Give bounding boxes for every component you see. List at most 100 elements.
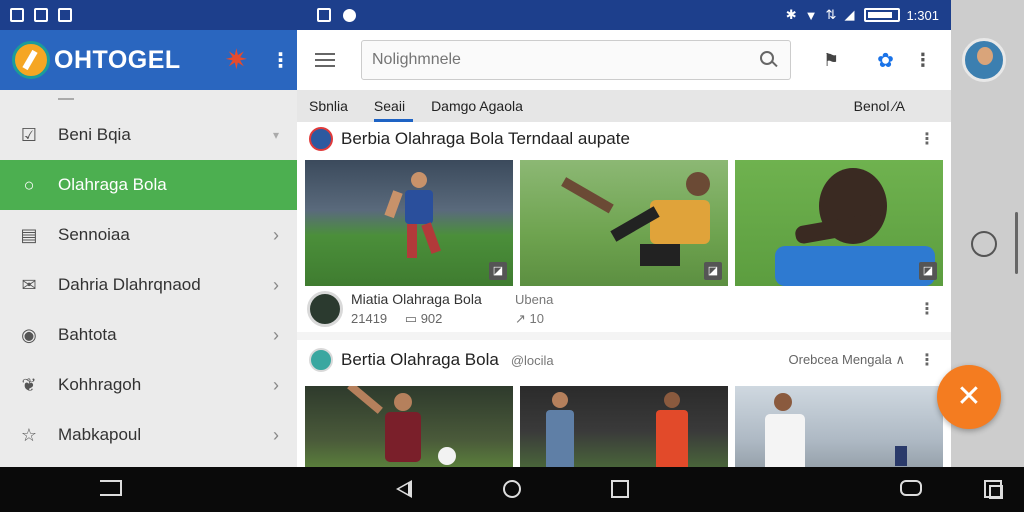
share-stat: ↗ 10 xyxy=(515,311,553,327)
video-thumbnail[interactable] xyxy=(735,386,943,467)
search-input[interactable] xyxy=(372,51,756,69)
nav-item-mabkapoul[interactable]: ☆ Mabkapoul › xyxy=(0,410,297,460)
search-icon: ○ xyxy=(23,174,35,195)
tab-seaii[interactable]: Seaii xyxy=(373,90,414,122)
nav-item-label: Dahria Dlahrqnaod xyxy=(58,275,201,294)
channel-avatar[interactable] xyxy=(309,348,333,372)
video-thumbnail[interactable]: ◪ xyxy=(305,160,513,286)
video-thumbnail[interactable] xyxy=(520,386,728,467)
nav-item-beni-bqia[interactable]: ☑ Beni Bqia ▾ xyxy=(0,110,297,160)
nav-item-label: Mabkapoul xyxy=(58,425,142,444)
nav-item-olahraga-bola[interactable]: ○ Olahraga Bola xyxy=(0,160,297,210)
brand-header: OHTOGEL ✷ ⋮ xyxy=(0,30,297,90)
nav-item-label: Bahtota xyxy=(58,325,117,344)
main-content: ⚑ ✿ ⋮ Sbnlia Seaii Damgo Agaola Benol ⁄A… xyxy=(297,30,951,467)
settings-badge-icon[interactable]: ✿ xyxy=(877,48,894,73)
player-illustration xyxy=(384,172,441,258)
star-check-icon: ☆ xyxy=(20,424,38,445)
video-thumbnail[interactable]: ◪ xyxy=(520,160,728,286)
leaf-icon: ❦ xyxy=(21,374,37,395)
card-title[interactable]: Bertia Olahraga Bola xyxy=(341,350,499,370)
drawer-status-bar xyxy=(0,0,297,30)
tab-bar: Sbnlia Seaii Damgo Agaola Benol ⁄A xyxy=(297,90,951,122)
brand-logo-icon xyxy=(12,41,50,79)
bluetooth-icon: ✱ xyxy=(785,7,797,22)
tab-damgo-agaola[interactable]: Damgo Agaola xyxy=(431,90,523,122)
nav-item-dahria[interactable]: ✉ Dahria Dlahrqnaod › xyxy=(0,260,297,310)
thumbnail-row xyxy=(297,380,951,467)
post-card: Berbia Olahraga Bola Terndaal aupate ⋮ ◪ xyxy=(297,122,951,332)
video-meta: Miatia Olahraga Bola 21419 ▭ 902 Ubena ↗… xyxy=(297,286,951,332)
comment-count: 902 xyxy=(420,311,443,326)
chevron-right-icon: › xyxy=(273,424,279,445)
channel-avatar[interactable] xyxy=(309,127,333,151)
card-title[interactable]: Berbia Olahraga Bola Terndaal aupate xyxy=(341,129,630,149)
more-vertical-icon[interactable]: ⋮ xyxy=(914,50,932,71)
save-icon[interactable]: ◪ xyxy=(919,262,937,280)
nav-back-triangle-icon[interactable] xyxy=(396,480,412,498)
chevron-right-icon: › xyxy=(273,224,279,245)
more-vertical-icon[interactable]: ⋮ xyxy=(271,48,291,73)
card-handle[interactable]: @locila xyxy=(511,353,554,368)
nav-item-sennoiaa[interactable]: ▤ Sennoiaa › xyxy=(0,210,297,260)
clock: 1:301 xyxy=(906,7,939,23)
data-icon: ⇅ xyxy=(825,7,837,22)
compass-star-icon[interactable]: ✷ xyxy=(225,45,255,75)
chevron-down-icon: ▾ xyxy=(272,128,279,142)
card-right-label[interactable]: Orebcea Mengala ∧ xyxy=(789,352,905,368)
scroll-handle[interactable] xyxy=(1015,212,1018,274)
circle-notification-icon xyxy=(343,8,356,22)
video-thumbnail[interactable]: ◪ xyxy=(735,160,943,286)
nav-item-bahtota[interactable]: ◉ Bahtota › xyxy=(0,310,297,360)
more-vertical-icon[interactable]: ⋮ xyxy=(919,129,935,149)
tab-sbnlia[interactable]: Sbnlia xyxy=(309,90,348,122)
clipboard-check-icon: ☑ xyxy=(20,124,38,145)
search-box[interactable] xyxy=(361,40,791,80)
player-illustration xyxy=(775,168,935,286)
player-illustration xyxy=(546,392,688,467)
mail-icon: ✉ xyxy=(21,274,37,295)
search-icon[interactable] xyxy=(756,47,782,73)
drawer-handle xyxy=(0,90,297,110)
player-illustration xyxy=(347,386,456,465)
system-nav-bar xyxy=(0,467,1024,512)
top-app-bar: ⚑ ✿ ⋮ xyxy=(297,30,951,90)
close-icon: ✕ xyxy=(956,380,982,413)
chevron-right-icon: › xyxy=(273,374,279,395)
notification-icon xyxy=(10,8,24,22)
gamepad-icon[interactable] xyxy=(900,480,922,496)
home-icon[interactable] xyxy=(503,480,521,498)
circle-button-icon[interactable] xyxy=(971,231,997,257)
save-icon[interactable]: ◪ xyxy=(489,262,507,280)
share-icon: ↗ xyxy=(515,310,526,326)
close-fab-button[interactable]: ✕ xyxy=(937,365,1001,429)
save-icon[interactable]: ◪ xyxy=(704,262,722,280)
comment-icon: ▭ xyxy=(404,311,418,326)
channel-name[interactable]: Miatia Olahraga Bola xyxy=(351,291,482,307)
pin-icon[interactable]: ⚑ xyxy=(823,50,839,71)
video-thumbnail[interactable] xyxy=(305,386,513,467)
meta-label: Ubena xyxy=(515,291,554,307)
chevron-right-icon: › xyxy=(273,274,279,295)
more-vertical-icon[interactable]: ⋮ xyxy=(919,350,935,370)
chevron-right-icon: › xyxy=(273,324,279,345)
channel-logo[interactable] xyxy=(307,291,343,327)
nav-item-label: Kohhragoh xyxy=(58,375,142,394)
wifi-icon: ▼ xyxy=(804,7,818,23)
more-vertical-icon[interactable]: ⋮ xyxy=(919,299,935,319)
post-card: Bertia Olahraga Bola @locila Orebcea Men… xyxy=(297,340,951,467)
news-icon: ▤ xyxy=(20,224,38,245)
screenshot-icon[interactable] xyxy=(984,480,1003,499)
share-count: 10 xyxy=(529,310,544,326)
back-icon[interactable] xyxy=(100,480,122,496)
card-header: Berbia Olahraga Bola Terndaal aupate ⋮ xyxy=(297,122,951,156)
tab-filter-label[interactable]: Benol ⁄A xyxy=(854,98,905,114)
user-avatar[interactable] xyxy=(962,38,1006,82)
menu-icon[interactable] xyxy=(315,53,335,67)
recents-icon[interactable] xyxy=(611,480,629,498)
record-icon: ◉ xyxy=(21,324,37,345)
video-stats: 21419 ▭ 902 xyxy=(351,311,482,327)
navigation-drawer: OHTOGEL ✷ ⋮ ☑ Beni Bqia ▾ ○ Olahraga Bol… xyxy=(0,30,297,467)
nav-item-kohhragoh[interactable]: ❦ Kohhragoh › xyxy=(0,360,297,410)
shuffle-icon xyxy=(34,8,48,22)
